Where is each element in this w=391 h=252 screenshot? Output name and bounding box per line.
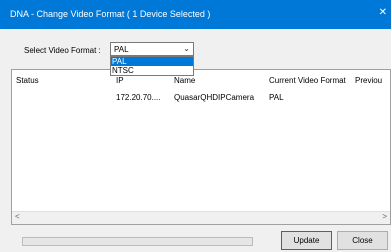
progress-bar xyxy=(22,237,253,246)
video-format-option-pal[interactable]: PAL xyxy=(111,57,193,66)
video-format-select[interactable]: PAL ⌄ xyxy=(110,42,194,56)
video-format-option-ntsc[interactable]: NTSC xyxy=(111,66,193,75)
video-format-dropdown-list[interactable]: PAL NTSC xyxy=(110,56,194,76)
chevron-down-icon[interactable]: ⌄ xyxy=(183,44,190,53)
video-format-label: Select Video Format : xyxy=(24,46,101,55)
column-header-status[interactable]: Status xyxy=(16,76,39,85)
update-button[interactable]: Update xyxy=(281,231,332,250)
device-list[interactable]: Status IP Name Current Video Format Prev… xyxy=(11,69,391,225)
column-header-previous[interactable]: Previou xyxy=(355,76,382,85)
column-header-current-video-format[interactable]: Current Video Format xyxy=(269,76,346,85)
row-ip: 172.20.70.... xyxy=(116,93,161,102)
dialog-client-area: Select Video Format : PAL ⌄ Status IP Na… xyxy=(11,29,391,252)
column-header-name[interactable]: Name xyxy=(174,76,195,85)
row-current-video-format: PAL xyxy=(269,93,284,102)
close-icon[interactable]: ✕ xyxy=(379,7,387,18)
row-name: QuasarQHDIPCamera xyxy=(174,93,255,102)
video-format-selected-value: PAL xyxy=(114,45,129,54)
dialog-window: DNA - Change Video Format ( 1 Device Sel… xyxy=(0,0,391,252)
horizontal-scrollbar[interactable]: < > xyxy=(12,211,390,224)
window-title: DNA - Change Video Format ( 1 Device Sel… xyxy=(10,9,211,19)
title-bar: DNA - Change Video Format ( 1 Device Sel… xyxy=(0,0,391,29)
scroll-left-icon[interactable]: < xyxy=(15,212,20,221)
close-button[interactable]: Close xyxy=(337,231,388,250)
scroll-right-icon[interactable]: > xyxy=(382,212,387,221)
column-header-ip[interactable]: IP xyxy=(116,76,124,85)
